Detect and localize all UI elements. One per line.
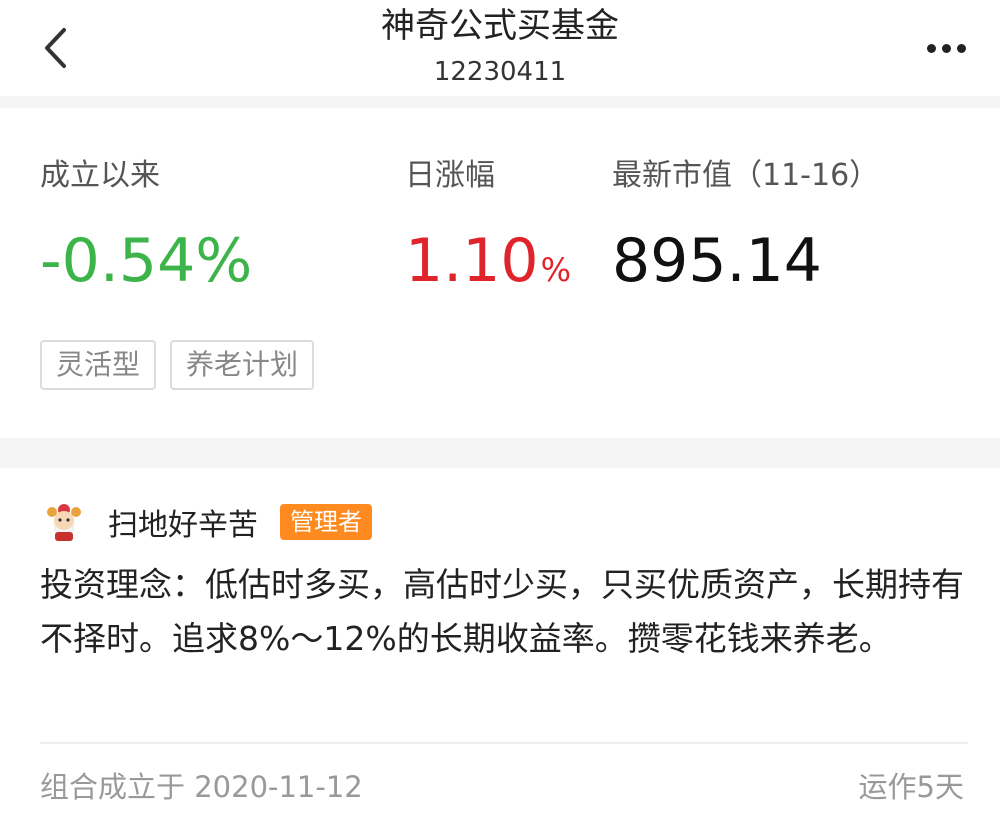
- investment-philosophy: 投资理念：低估时多买，高估时少买，只买优质资产，长期持有不择时。追求8%～12%…: [40, 565, 964, 658]
- divider: [40, 742, 968, 744]
- since-inception-label: 成立以来: [40, 158, 160, 193]
- page-title: 神奇公式买基金: [381, 6, 619, 46]
- daily-change-value-wrap: 1.10%: [405, 226, 571, 305]
- more-button[interactable]: [918, 28, 974, 68]
- avatar-icon: [47, 504, 81, 541]
- latest-value-value: 895.14: [612, 226, 822, 296]
- tag-retirement[interactable]: 养老计划: [170, 340, 315, 390]
- running-days: 运作5天: [858, 770, 964, 804]
- tag-flexible[interactable]: 灵活型: [40, 340, 157, 390]
- daily-change-label: 日涨幅: [405, 158, 495, 193]
- top-nav-bar: 神奇公式买基金 12230411: [0, 0, 1000, 96]
- established-date: 组合成立于 2020-11-12: [40, 770, 363, 804]
- since-inception-stat: 成立以来 -0.54%: [40, 158, 252, 296]
- daily-change-stat: 日涨幅 1.10%: [405, 158, 571, 305]
- summary-card: 成立以来 -0.54% 日涨幅 1.10% 最新市值（11-16） 895.14…: [0, 108, 1000, 438]
- more-horizontal-icon: [926, 43, 936, 53]
- daily-change-value: 1.10: [405, 226, 539, 296]
- since-inception-value: -0.54%: [40, 226, 253, 296]
- manager-card: 扫地好辛苦 管理者 投资理念：低估时多买，高估时少买，只买优质资产，长期持有不择…: [0, 468, 1000, 821]
- manager-row[interactable]: 扫地好辛苦 管理者: [44, 500, 372, 544]
- latest-value-stat: 最新市值（11-16） 895.14: [612, 158, 879, 296]
- more-horizontal-icon: [956, 43, 966, 53]
- portfolio-id: 12230411: [433, 57, 567, 87]
- tag-list: 灵活型 养老计划: [40, 340, 315, 390]
- latest-value-label: 最新市值（11-16）: [612, 158, 880, 193]
- daily-change-unit: %: [540, 251, 571, 289]
- role-badge: 管理者: [280, 504, 372, 540]
- manager-name: 扫地好辛苦: [108, 508, 258, 543]
- more-horizontal-icon: [941, 43, 951, 53]
